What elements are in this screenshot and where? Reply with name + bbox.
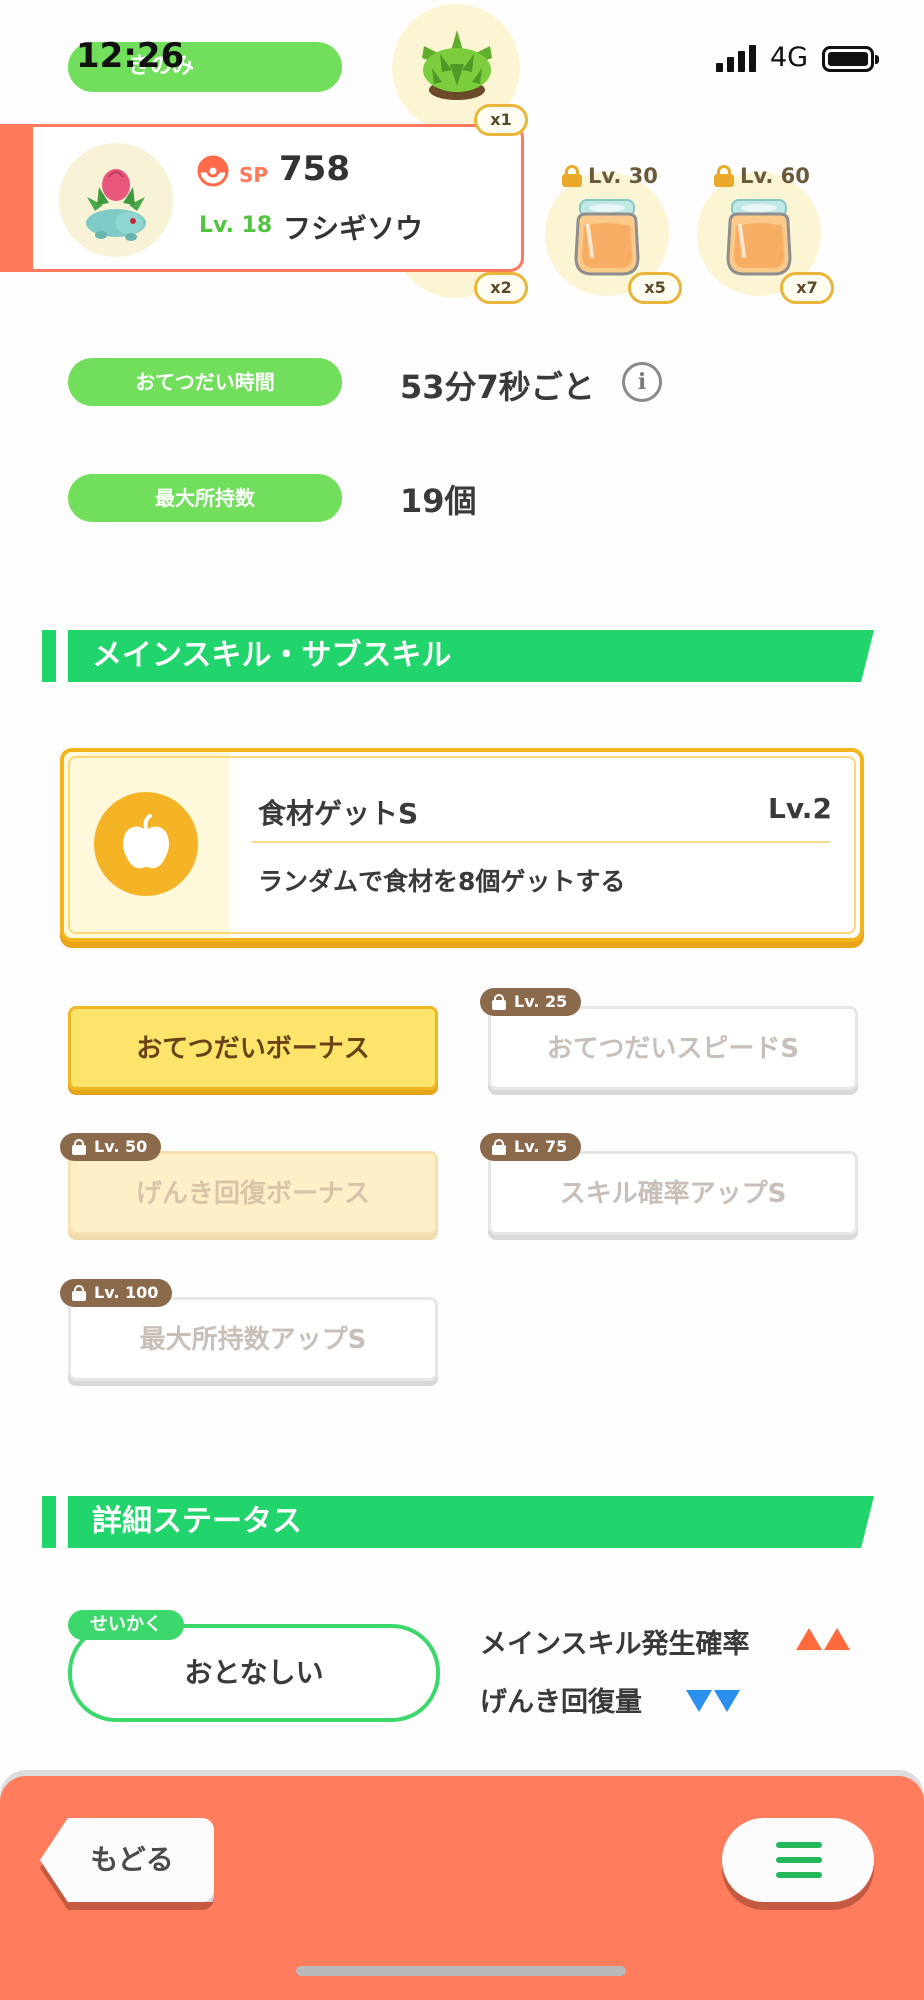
- apple-icon: [94, 792, 198, 896]
- sub-skill-2[interactable]: おてつだいスピードS: [488, 1006, 858, 1090]
- home-indicator[interactable]: [296, 1966, 626, 1976]
- lock-icon: [492, 1139, 506, 1155]
- skills-section-title: メインスキル・サブスキル: [68, 630, 874, 682]
- status-time: 12:26: [76, 36, 185, 76]
- main-skill-level: Lv.2: [768, 792, 832, 825]
- lock-icon: [492, 994, 506, 1010]
- lock-tag-label: Lv. 75: [514, 1137, 568, 1156]
- lock-level-label: Lv. 60: [740, 164, 810, 188]
- sub-skill-lock-tag: Lv. 50: [60, 1133, 162, 1161]
- battery-icon: [822, 46, 879, 72]
- help-time-value: 53分7秒ごと: [400, 368, 595, 406]
- sub-skill-3[interactable]: げんき回復ボーナス: [68, 1151, 438, 1235]
- pokeball-icon: [197, 155, 229, 187]
- pokemon-level: Lv. 18: [199, 213, 273, 238]
- main-skill-name: 食材ゲットS: [258, 797, 419, 830]
- lock-tag-label: Lv. 100: [94, 1283, 159, 1302]
- sub-skill-5[interactable]: 最大所持数アップS: [68, 1297, 438, 1381]
- help-time-label: おてつだい時間: [68, 358, 342, 406]
- double-down-arrow-icon: [686, 1690, 740, 1712]
- sub-skill-lock-tag: Lv. 75: [480, 1133, 582, 1161]
- divider: [252, 841, 830, 843]
- max-carry-value: 19個: [400, 482, 477, 520]
- lock-icon: [72, 1139, 86, 1155]
- max-carry-label: 最大所持数: [68, 474, 342, 522]
- hamburger-menu-icon: [776, 1842, 822, 1878]
- sp-value: 758: [279, 149, 350, 189]
- back-button[interactable]: もどる: [40, 1818, 214, 1902]
- sub-skill-lock-tag: Lv. 25: [480, 988, 582, 1016]
- ingredient-count-badge: x7: [780, 272, 834, 304]
- nature-tag: せいかく: [68, 1610, 184, 1640]
- nature-down-effect: げんき回復量: [480, 1687, 642, 1718]
- shrub-icon: [422, 30, 492, 100]
- cellular-signal-icon: [716, 44, 758, 72]
- lock-level-label: Lv. 30: [588, 164, 658, 188]
- ingredient-count-badge: x2: [474, 272, 528, 304]
- menu-button[interactable]: [722, 1818, 874, 1902]
- pokemon-card[interactable]: SP 758 Lv. 18 フシギソウ: [0, 124, 524, 272]
- sp-label: SP: [239, 163, 269, 187]
- lock-tag-label: Lv. 25: [514, 992, 568, 1011]
- jar-icon: [574, 199, 640, 276]
- ivysaur-avatar: [86, 169, 146, 241]
- card-accent-stripe: [3, 127, 33, 269]
- network-type: 4G: [770, 42, 809, 73]
- lock-icon: [714, 165, 734, 187]
- details-section-title: 詳細ステータス: [68, 1496, 874, 1548]
- ingredient-count-badge: x1: [474, 104, 528, 136]
- sub-skill-lock-tag: Lv. 100: [60, 1279, 173, 1307]
- jar-icon: [726, 199, 792, 276]
- info-icon[interactable]: i: [622, 362, 662, 402]
- ingredient-lock-lv60: Lv. 60: [714, 164, 810, 188]
- pokemon-name: フシギソウ: [283, 212, 424, 245]
- main-skill-description: ランダムで食材を8個ゲットする: [258, 867, 626, 896]
- sub-skill-4[interactable]: スキル確率アップS: [488, 1151, 858, 1235]
- section-marker: [42, 630, 56, 682]
- sub-skill-1[interactable]: おてつだいボーナス: [68, 1006, 438, 1090]
- double-up-arrow-icon: [796, 1628, 850, 1650]
- lock-icon: [562, 165, 582, 187]
- ingredient-count-badge: x5: [628, 272, 682, 304]
- lock-icon: [72, 1285, 86, 1301]
- lock-tag-label: Lv. 50: [94, 1137, 148, 1156]
- nature-up-effect: メインスキル発生確率: [480, 1629, 750, 1660]
- section-marker: [42, 1496, 56, 1548]
- ingredient-lock-lv30: Lv. 30: [562, 164, 658, 188]
